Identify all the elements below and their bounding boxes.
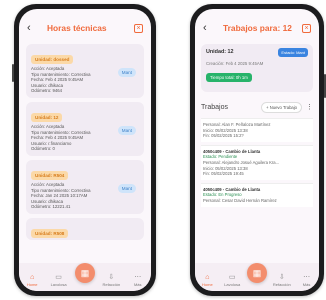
card-icon: ▭ bbox=[228, 274, 236, 281]
close-icon[interactable]: × bbox=[134, 23, 143, 33]
nav-label: Más bbox=[302, 282, 311, 287]
back-arrow-icon[interactable]: ‹ bbox=[27, 22, 39, 34]
download-icon: ⇩ bbox=[108, 274, 115, 281]
job-personnel: Personal: Cesar David Hernán Ramírez bbox=[203, 197, 277, 203]
status-badge: Mant bbox=[117, 184, 136, 193]
right-screen: ‹ Trabajos para: 12 × Unidad: 12 Estado:… bbox=[195, 9, 319, 291]
status-badge: Estado: Mant bbox=[278, 48, 308, 57]
kebab-menu-icon[interactable]: ⋮ bbox=[306, 103, 313, 111]
more-icon: ⋯ bbox=[303, 274, 311, 281]
nav-item-mas[interactable]: ⋯ Más bbox=[296, 274, 318, 287]
unit-summary-card: Unidad: 12 Estado: Mant Creación: Feb 4 … bbox=[201, 44, 313, 92]
page-title: Horas técnicas bbox=[47, 23, 107, 33]
status-badge: Mant bbox=[117, 68, 136, 77]
job-item[interactable]: 4050c409 - Cambio de Llanta Estado: En P… bbox=[201, 182, 313, 207]
creation-date: Creación: Feb 4 2025 9:45AM bbox=[206, 61, 264, 66]
nav-item-lavolosa[interactable]: ▭ Lavolosa bbox=[221, 274, 243, 287]
odometer-text: Odómetro: 0 bbox=[31, 146, 55, 152]
job-item[interactable]: 4050c409 - Cambio de Llanta Estado: Pend… bbox=[201, 144, 313, 180]
job-item[interactable]: Personal: Alan F. Peñaloza Martínez Inic… bbox=[201, 118, 313, 142]
nav-item-refaccion[interactable]: ⇩ Refacción bbox=[271, 274, 293, 287]
nav-label: Lavolosa bbox=[50, 282, 67, 287]
left-screen: ‹ Horas técnicas × Unidad: dossed Acción… bbox=[19, 9, 151, 291]
maintenance-card[interactable]: Unidad: 12 Acción: Aceptada Tipo manteni… bbox=[26, 102, 144, 156]
right-phone-frame: ‹ Trabajos para: 12 × Unidad: 12 Estado:… bbox=[190, 4, 326, 296]
nav-item-lavolosa[interactable]: ▭ Lavolosa bbox=[48, 274, 70, 287]
unit-chip: Unidad: dossed bbox=[31, 55, 74, 64]
odometer-text: Odómetro: 9464 bbox=[31, 88, 63, 94]
fab-button[interactable]: ▦ bbox=[247, 263, 267, 283]
job-end: Fin: 05/02/2025 19:45 bbox=[203, 171, 244, 177]
nav-item-mas[interactable]: ⋯ Más bbox=[127, 274, 149, 287]
unit-chip: Unidad: R508 bbox=[31, 229, 69, 238]
more-icon: ⋯ bbox=[134, 274, 142, 281]
nav-label: Lavolosa bbox=[224, 282, 241, 287]
nav-label: Home bbox=[26, 282, 38, 287]
header: ‹ Trabajos para: 12 × bbox=[195, 16, 319, 40]
total-time-pill: Tiempo total: 0h 1m bbox=[206, 73, 252, 82]
side-button bbox=[12, 64, 14, 82]
close-icon[interactable]: × bbox=[302, 23, 311, 33]
unit-chip: Unidad: 12 bbox=[31, 113, 63, 122]
home-icon: ⌂ bbox=[205, 274, 210, 281]
left-phone-frame: ‹ Horas técnicas × Unidad: dossed Acción… bbox=[12, 4, 156, 296]
nav-label: Home bbox=[202, 282, 213, 287]
jobs-heading: Trabajos bbox=[201, 103, 228, 111]
fab-button[interactable]: ▦ bbox=[75, 263, 95, 283]
nav-label: Refacción bbox=[102, 282, 121, 287]
nav-label: Más bbox=[133, 282, 142, 287]
status-badge: Mant bbox=[117, 126, 136, 135]
nav-item-refaccion[interactable]: ⇩ Refacción bbox=[100, 274, 122, 287]
odometer-text: Odómetro: 12221.41 bbox=[31, 204, 71, 210]
header: ‹ Horas técnicas × bbox=[19, 16, 151, 40]
maintenance-card[interactable]: Unidad: dossed Acción: Aceptada Tipo man… bbox=[26, 44, 144, 98]
maintenance-card[interactable]: Unidad: R504 Acción: Aceptada Tipo mante… bbox=[26, 160, 144, 214]
download-icon: ⇩ bbox=[278, 274, 285, 281]
page-title: Trabajos para: 12 bbox=[223, 23, 292, 33]
back-arrow-icon[interactable]: ‹ bbox=[203, 22, 215, 34]
nav-item-home[interactable]: ⌂ Home bbox=[21, 274, 43, 287]
unit-chip: Unidad: R504 bbox=[31, 171, 69, 180]
new-job-button[interactable]: + Nuevo Trabajo bbox=[261, 101, 302, 113]
maintenance-card[interactable]: Unidad: R508 bbox=[26, 218, 144, 240]
home-icon: ⌂ bbox=[30, 274, 35, 281]
card-icon: ▭ bbox=[55, 274, 62, 281]
nav-label: Refacción bbox=[272, 282, 291, 287]
nav-item-home[interactable]: ⌂ Home bbox=[196, 274, 218, 287]
job-end: Fin: 05/02/2025 15:2? bbox=[203, 133, 244, 139]
jobs-toolbar: Trabajos + Nuevo Trabajo ⋮ bbox=[195, 99, 319, 115]
